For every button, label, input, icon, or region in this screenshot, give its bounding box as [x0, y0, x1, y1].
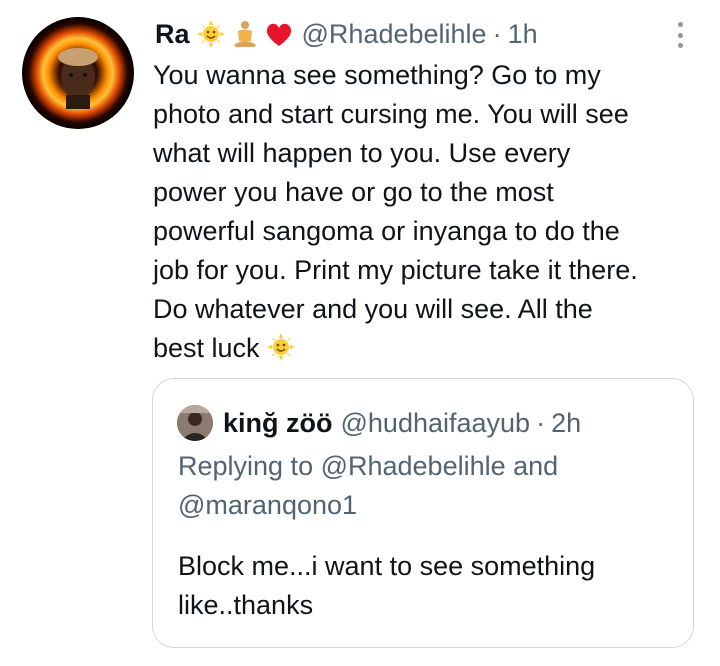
author-name[interactable]: Ra	[155, 16, 190, 52]
sun-emoji-icon	[196, 19, 226, 49]
tweet-line: powerful sangoma or inyanga to do the	[153, 216, 620, 246]
tweet-line: Do whatever and you will see. All the	[153, 294, 593, 324]
replying-line: @maranqono1	[178, 490, 358, 520]
tweet-line: photo and start cursing me. You will see	[153, 99, 629, 129]
tweet-line: what will happen to you. Use every	[153, 138, 571, 168]
tweet-line: best luck	[153, 333, 260, 363]
tweet-line: You wanna see something? Go to my	[153, 60, 601, 90]
tweet-line-last: best luck	[153, 329, 708, 368]
replying-line: Replying to @Rhadebelihle and	[178, 451, 559, 481]
sun-emoji-icon	[266, 332, 296, 362]
tweet-text: You wanna see something? Go to my photo …	[153, 56, 708, 368]
person-meditating-emoji-icon	[232, 19, 258, 49]
quoted-tweet-line: like..thanks	[178, 590, 314, 620]
tweet-timestamp[interactable]: 1h	[508, 16, 538, 52]
more-vertical-icon[interactable]	[670, 20, 690, 50]
quoted-author-avatar[interactable]	[177, 405, 213, 441]
dot-separator: ·	[492, 19, 502, 49]
quoted-author-name[interactable]: kinğ zöö	[223, 408, 333, 439]
tweet-line: job for you. Print my picture take it th…	[153, 255, 638, 285]
replying-to: Replying to @Rhadebelihle and @maranqono…	[178, 447, 678, 525]
quoted-author-handle[interactable]: @hudhaifaayub	[341, 408, 531, 439]
quoted-tweet-card[interactable]: kinğ zöö @hudhaifaayub · 2h Replying to …	[152, 378, 694, 648]
quoted-tweet-text: Block me...i want to see something like.…	[178, 547, 678, 625]
avatar-image	[22, 17, 134, 129]
dot-separator: ·	[536, 407, 546, 438]
tweet-header: Ra @Rhadebelihle · 1h	[155, 16, 538, 52]
tweet-line: power you have or go to the most	[153, 177, 554, 207]
quoted-tweet-line: Block me...i want to see something	[178, 551, 596, 581]
author-avatar[interactable]	[22, 17, 134, 129]
red-heart-emoji-icon	[264, 20, 294, 48]
quoted-tweet-timestamp[interactable]: 2h	[551, 408, 581, 439]
author-handle[interactable]: @Rhadebelihle	[302, 16, 487, 52]
quoted-tweet-header: kinğ zöö @hudhaifaayub · 2h	[223, 403, 581, 443]
